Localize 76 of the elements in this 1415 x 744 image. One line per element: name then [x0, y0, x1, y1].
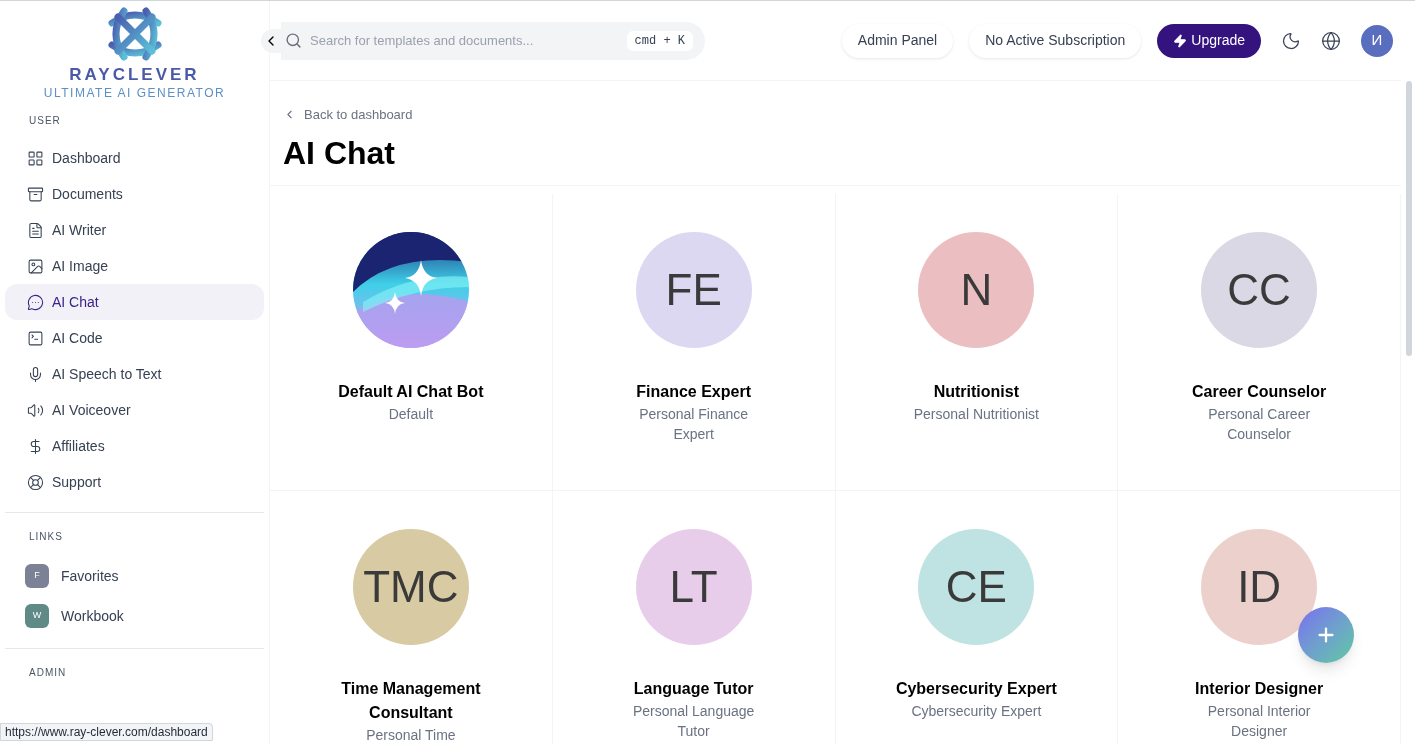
assistant-card[interactable]: CC Career Counselor Personal Career Counselor [1118, 193, 1401, 491]
sidebar-item[interactable]: Affiliates [5, 428, 264, 464]
assistant-role: Personal Career Counselor [1207, 404, 1312, 444]
assistant-card[interactable]: CE Cybersecurity Expert Cybersecurity Expert [835, 490, 1119, 744]
initials-avatar: CE [918, 528, 1035, 645]
link-label: Favorites [61, 566, 119, 586]
assistant-card[interactable]: TMC Time Management Consultant Personal Time [270, 490, 553, 744]
sidebar-link[interactable]: F Favorites [5, 556, 264, 596]
initials-avatar: CC [1201, 231, 1318, 348]
section-heading: ADMIN [28, 666, 68, 680]
image-icon [27, 257, 44, 275]
globe-icon[interactable] [1321, 30, 1341, 51]
back-link[interactable]: Back to dashboard [283, 105, 1388, 125]
assistant-role: Personal Time [365, 725, 457, 744]
assistant-name: Cybersecurity Expert [894, 678, 1058, 699]
logo-name: RAYCLEVER [69, 65, 200, 85]
sidebar-item[interactable]: Documents [5, 176, 264, 212]
header-button[interactable]: No Active Subscription [969, 23, 1142, 58]
lifebuoy-icon [27, 473, 44, 491]
section-heading: LINKS [28, 530, 64, 544]
assistant-name: Time Management Consultant [340, 678, 482, 723]
assistant-name: Finance Expert [635, 381, 752, 402]
search-icon [285, 32, 302, 49]
speaker-icon [27, 401, 44, 419]
initials-avatar: TMC [352, 528, 469, 645]
sidebar-item[interactable]: AI Image [5, 248, 264, 284]
initials-avatar: LT [635, 528, 752, 645]
document-icon [27, 221, 44, 239]
status-url: https://www.ray-clever.com/dashboard [0, 723, 213, 741]
page-title: AI Chat [283, 133, 396, 173]
assistant-name: Career Counselor [1191, 381, 1328, 402]
moon-icon[interactable] [1281, 30, 1301, 51]
sidebar-item[interactable]: AI Code [5, 320, 264, 356]
assistant-name: Interior Designer [1194, 678, 1325, 699]
assistant-card[interactable]: LT Language Tutor Personal Language Tutor [552, 490, 836, 744]
assistant-role: Cybersecurity Expert [910, 701, 1043, 721]
collapse-button[interactable] [261, 28, 281, 53]
lightning-icon [1173, 33, 1188, 48]
sidebar-item[interactable]: AI Voiceover [5, 392, 264, 428]
assistant-card[interactable]: FE Finance Expert Personal Finance Expert [552, 193, 836, 491]
microphone-icon [27, 365, 44, 383]
link-badge: F [25, 564, 49, 588]
archive-icon [27, 185, 44, 203]
shortcut-hint: cmd + K [626, 30, 693, 51]
upgrade-button[interactable]: Upgrade [1157, 23, 1261, 58]
sidebar-item[interactable]: AI Speech to Text [5, 356, 264, 392]
search-field[interactable]: Search for templates and documents... cmd + K [281, 21, 705, 60]
assistant-name: Language Tutor [632, 678, 755, 699]
sidebar-item[interactable]: Dashboard [5, 140, 264, 176]
sidebar-link[interactable]: W Workbook [5, 596, 264, 636]
sidebar-item[interactable]: AI Chat [5, 284, 264, 320]
initials-avatar: ID [1201, 528, 1318, 645]
link-label: Workbook [61, 606, 124, 626]
sidebar-item[interactable]: AI Writer [5, 212, 264, 248]
assistant-name: Default AI Chat Bot [337, 381, 485, 402]
link-badge: W [25, 604, 49, 628]
assistant-role: Personal Interior Designer [1206, 701, 1312, 741]
search-input[interactable]: Search for templates and documents... [310, 30, 619, 51]
chat-bubble-icon [27, 293, 44, 311]
initials-avatar: FE [635, 231, 752, 348]
grid-icon [27, 149, 44, 167]
assistant-name: Nutritionist [932, 381, 1021, 402]
section-heading: USER [28, 114, 62, 128]
logo-tagline: ULTIMATE AI GENERATOR [43, 85, 226, 101]
add-button[interactable] [1298, 607, 1354, 663]
assistant-role: Personal Finance Expert [638, 404, 750, 444]
user-avatar[interactable]: И [1361, 24, 1393, 57]
assistant-role: Personal Language Tutor [631, 701, 756, 741]
assistant-card[interactable]: N Nutritionist Personal Nutritionist [835, 193, 1119, 491]
header-button[interactable]: Admin Panel [841, 23, 954, 58]
terminal-icon [27, 329, 44, 347]
sidebar-item[interactable]: Support [5, 464, 264, 500]
assistant-card[interactable]: Default AI Chat Bot Default [270, 193, 553, 491]
initials-avatar: N [918, 231, 1035, 348]
assistant-role: Default [387, 404, 435, 424]
assistant-role: Personal Nutritionist [912, 404, 1040, 424]
